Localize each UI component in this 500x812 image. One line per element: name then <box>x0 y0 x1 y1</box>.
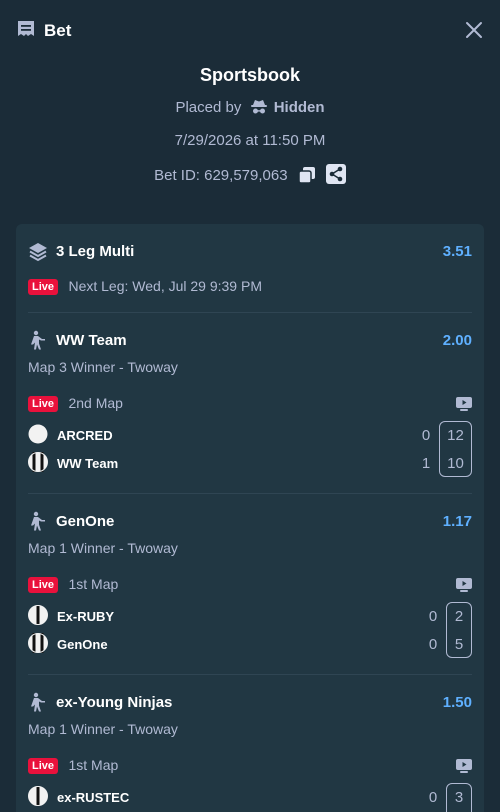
leg-market: Map 1 Winner - Twoway <box>28 721 178 737</box>
divider <box>28 674 472 675</box>
leg-odds: 1.17 <box>442 513 472 530</box>
placed-by-label: Placed by <box>175 99 242 116</box>
bet-id-row: Bet ID: 629,579,063 <box>0 164 500 184</box>
bet-slip-icon <box>18 21 34 36</box>
team-row: ex-RUSTEC 0 <box>28 786 472 808</box>
modal-title: Bet <box>44 21 72 40</box>
leg-odds: 1.50 <box>442 694 472 711</box>
leg-header: ex-Young Ninjas 1.50 <box>28 692 472 714</box>
map-score: 5 <box>454 636 464 653</box>
team-name: ARCRED <box>57 428 113 443</box>
team-name: WW Team <box>57 456 119 471</box>
leg-status: Live 1st Map <box>28 757 472 775</box>
leg-map-status: 1st Map <box>68 576 119 592</box>
team-name: ex-RUSTEC <box>57 790 130 805</box>
leg-team: GenOne <box>56 513 115 530</box>
team-logo-icon <box>28 424 48 444</box>
map-score-box: 12 10 <box>439 421 472 477</box>
leg-map-status: 2nd Map <box>68 395 123 411</box>
leg-market: Map 1 Winner - Twoway <box>28 540 178 556</box>
live-badge: Live <box>28 396 59 412</box>
team-score: 0 <box>428 789 438 806</box>
team-score: 0 <box>428 636 438 653</box>
team-score: 1 <box>421 455 431 472</box>
leg-status: Live 2nd Map <box>28 395 472 413</box>
leg-header: GenOne 1.17 <box>28 511 472 533</box>
leg-market: Map 3 Winner - Twoway <box>28 359 178 375</box>
leg-header: WW Team 2.00 <box>28 330 472 352</box>
map-score-box: 2 5 <box>446 602 472 658</box>
counter-strike-icon <box>31 692 45 712</box>
close-icon[interactable] <box>464 20 484 40</box>
team-name: Ex-RUBY <box>57 609 115 624</box>
team-row: Ex-RUBY 0 <box>28 605 472 627</box>
counter-strike-icon <box>31 330 45 350</box>
bet-id: Bet ID: 629,579,063 <box>154 167 288 184</box>
team-score: 0 <box>421 427 431 444</box>
team-row: ARCRED 0 <box>28 424 472 446</box>
team-logo-icon <box>28 452 48 472</box>
team-logo-icon <box>28 786 48 806</box>
layers-icon <box>29 243 47 262</box>
share-icon[interactable] <box>325 164 346 184</box>
team-name: GenOne <box>57 637 108 652</box>
multi-odds: 3.51 <box>442 243 472 260</box>
multi-status: Live Next Leg: Wed, Jul 29 9:39 PM <box>28 278 472 296</box>
multi-header: 3 Leg Multi 3.51 <box>28 242 472 264</box>
bet-date: 7/29/2026 at 11:50 PM <box>174 132 326 149</box>
map-score: 3 <box>454 789 464 806</box>
placed-by-user: Hidden <box>273 99 325 116</box>
leg-odds: 2.00 <box>442 332 472 349</box>
map-score: 2 <box>454 608 464 625</box>
divider <box>28 312 472 313</box>
leg-status: Live 1st Map <box>28 576 472 594</box>
next-leg: Next Leg: Wed, Jul 29 9:39 PM <box>68 278 262 294</box>
modal-header: Bet <box>0 0 500 60</box>
divider <box>28 493 472 494</box>
counter-strike-icon <box>31 511 45 531</box>
team-logo-icon <box>28 605 48 625</box>
map-score: 12 <box>447 427 464 444</box>
live-badge: Live <box>28 758 59 774</box>
live-badge: Live <box>28 279 59 295</box>
team-logo-icon <box>28 633 48 653</box>
tv-icon[interactable] <box>456 578 472 592</box>
placed-by: Placed by Hidden <box>0 99 500 116</box>
leg-map-status: 1st Map <box>68 757 119 773</box>
tv-icon[interactable] <box>456 759 472 773</box>
team-row: GenOne 0 <box>28 633 472 655</box>
incognito-icon <box>250 100 267 114</box>
leg-team: ex-Young Ninjas <box>56 694 173 711</box>
tv-icon[interactable] <box>456 397 472 411</box>
map-score: 10 <box>447 455 464 472</box>
live-badge: Live <box>28 577 59 593</box>
multi-title: 3 Leg Multi <box>56 243 135 260</box>
map-score-box: 3 <box>446 783 472 812</box>
copy-icon[interactable] <box>297 166 316 184</box>
sportsbook-title: Sportsbook <box>199 65 300 85</box>
bet-card: 3 Leg Multi 3.51 Live Next Leg: Wed, Jul… <box>16 224 484 812</box>
team-score: 0 <box>428 608 438 625</box>
team-row: WW Team 1 <box>28 452 472 474</box>
leg-team: WW Team <box>56 332 127 349</box>
